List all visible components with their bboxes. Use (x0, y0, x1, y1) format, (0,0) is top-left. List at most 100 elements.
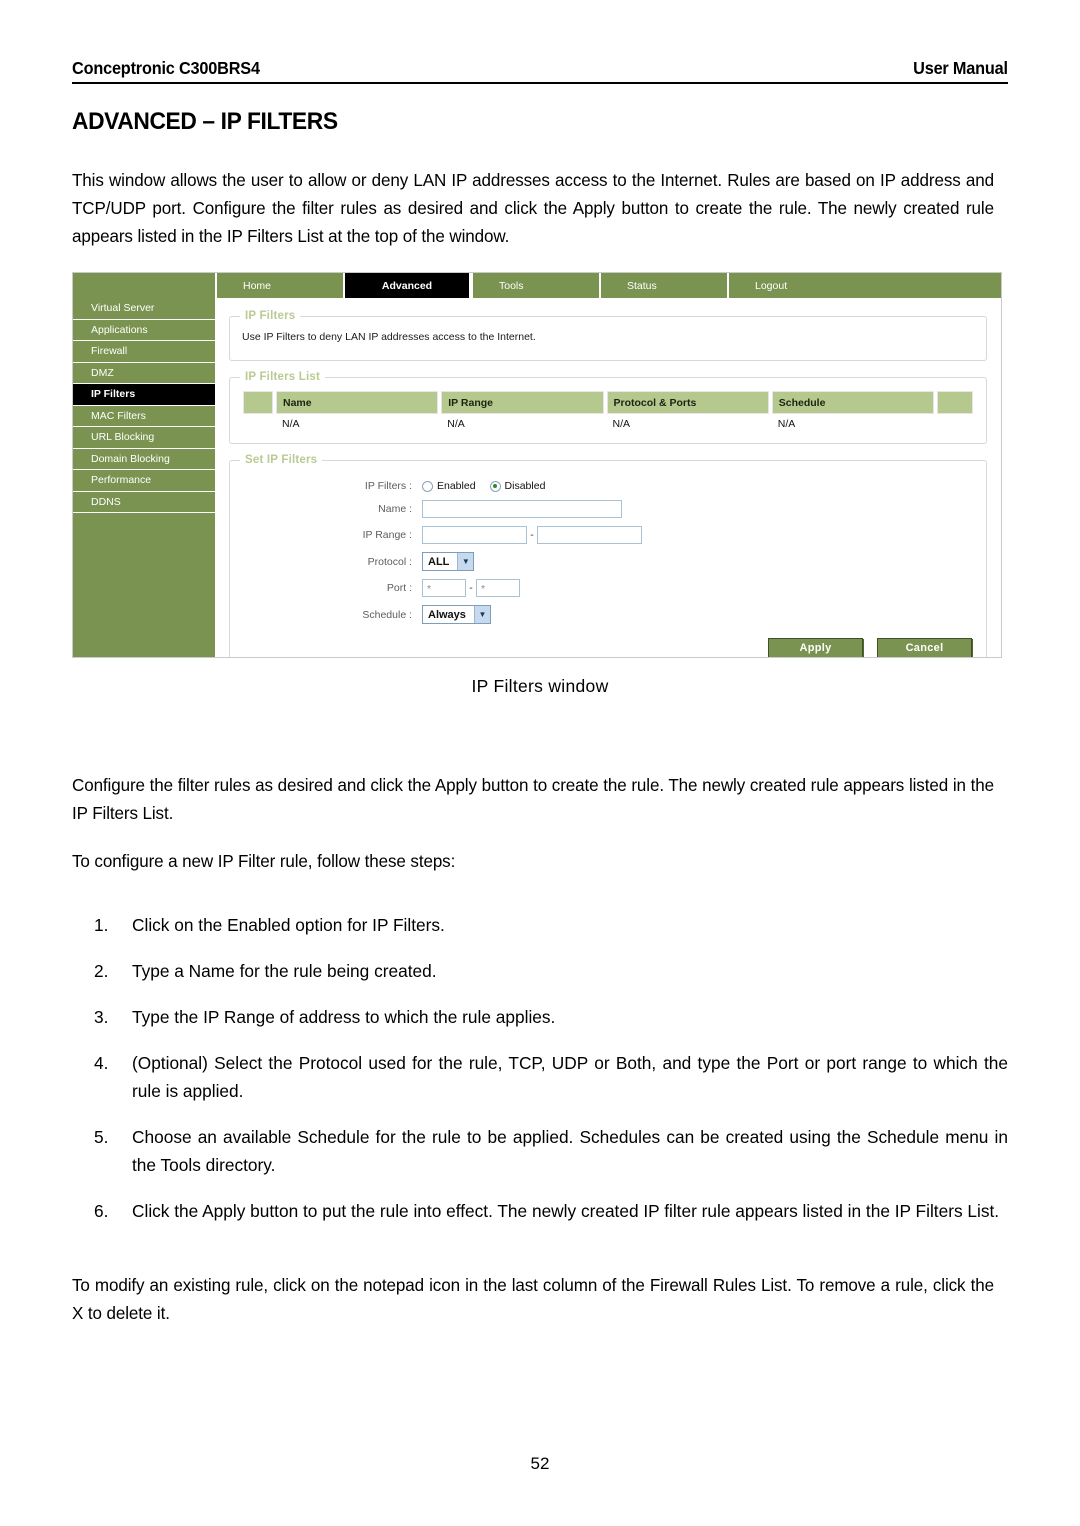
sidebar-item-applications[interactable]: Applications (73, 319, 215, 341)
sidebar-item-mac-filters[interactable]: MAC Filters (73, 405, 215, 427)
ip-range-separator: - (530, 529, 534, 541)
step-number: 2. (94, 961, 109, 981)
step-text: Click the Apply button to put the rule i… (132, 1201, 1000, 1221)
port-end-input[interactable]: * (476, 579, 520, 597)
steps-list: 1. Click on the Enabled option for IP Fi… (72, 911, 1008, 1225)
tab-advanced[interactable]: Advanced (343, 273, 471, 298)
paragraph-after-figure: Configure the filter rules as desired an… (72, 775, 994, 823)
list-item: 5. Choose an available Schedule for the … (72, 1123, 1008, 1179)
cell-protocol-ports: N/A (606, 414, 769, 434)
router-ui-figure: Virtual Server Applications Firewall DMZ… (72, 272, 1002, 658)
ip-filters-description: Use IP Filters to deny LAN IP addresses … (242, 331, 536, 343)
sidebar-item-dmz[interactable]: DMZ (73, 362, 215, 384)
list-item: 4. (Optional) Select the Protocol used f… (72, 1049, 1008, 1105)
cell-ip-range: N/A (441, 414, 604, 434)
router-panel-body: IP Filters Use IP Filters to deny LAN IP… (215, 298, 1001, 657)
ip-filters-info-legend: IP Filters (245, 310, 296, 322)
ip-filters-info-panel: IP Filters Use IP Filters to deny LAN IP… (229, 310, 987, 361)
step-text: Type a Name for the rule being created. (132, 961, 437, 981)
label-ip-range: IP Range : (362, 529, 412, 541)
header-document-type: User Manual (913, 58, 1008, 78)
page-title: ADVANCED – IP FILTERS (72, 108, 338, 135)
manual-page: Conceptronic C300BRS4 User Manual ADVANC… (0, 0, 1080, 1526)
intro-paragraph: This window allows the user to allow or … (72, 170, 994, 246)
field-row-ip-range: IP Range : - (240, 526, 976, 544)
chevron-down-icon: ▼ (473, 606, 490, 623)
step-number: 4. (94, 1053, 109, 1073)
field-row-protocol: Protocol : ALL ▼ (240, 552, 976, 571)
list-item: 3. Type the IP Range of address to which… (72, 1003, 1008, 1031)
running-header: Conceptronic C300BRS4 User Manual (72, 0, 1008, 84)
sidebar-item-ip-filters[interactable]: IP Filters (73, 384, 215, 406)
router-nav-bar: Home Advanced Tools Status Logout (215, 273, 1001, 298)
protocol-select-value: ALL (428, 555, 450, 568)
schedule-select[interactable]: Always ▼ (422, 605, 491, 624)
radio-enabled[interactable]: Enabled (422, 480, 476, 492)
field-row-schedule: Schedule : Always ▼ (240, 605, 976, 624)
figure-caption: IP Filters window (471, 676, 609, 696)
field-row-port: Port : * - * (240, 579, 976, 597)
port-start-input[interactable]: * (422, 579, 466, 597)
cell-actions (937, 414, 973, 434)
list-item: 2. Type a Name for the rule being create… (72, 957, 1008, 985)
radio-disabled-icon (489, 480, 501, 492)
name-input[interactable] (422, 500, 622, 518)
port-separator: - (469, 582, 473, 594)
label-name: Name : (378, 503, 412, 515)
field-row-ip-filters: IP Filters : Enabled Disabled (240, 480, 976, 492)
table-header-actions (937, 391, 973, 414)
table-header-row: Name IP Range Protocol & Ports Schedule (243, 391, 973, 414)
list-item: 6. Click the Apply button to put the rul… (72, 1197, 1008, 1225)
step-text: Choose an available Schedule for the rul… (132, 1127, 1008, 1175)
cell-schedule: N/A (771, 414, 934, 434)
form-button-row: Apply Cancel (240, 636, 976, 657)
apply-button[interactable]: Apply (768, 638, 863, 657)
ip-filters-radio-group: Enabled Disabled (422, 480, 559, 492)
list-item: 1. Click on the Enabled option for IP Fi… (72, 911, 1008, 939)
chevron-down-icon: ▼ (457, 553, 474, 570)
radio-enabled-label: Enabled (437, 480, 476, 492)
table-header-name: Name (276, 391, 439, 414)
label-schedule: Schedule : (362, 608, 412, 621)
sidebar-item-performance[interactable]: Performance (73, 470, 215, 492)
radio-disabled[interactable]: Disabled (489, 480, 546, 492)
radio-enabled-icon (422, 480, 433, 492)
radio-disabled-label: Disabled (504, 480, 546, 492)
step-text: (Optional) Select the Protocol used for … (132, 1053, 1008, 1101)
step-number: 1. (94, 915, 109, 935)
paragraph-tail: To modify an existing rule, click on the… (72, 1275, 994, 1323)
field-row-name: Name : (240, 500, 976, 518)
schedule-select-value: Always (428, 608, 466, 621)
set-ip-filters-panel: Set IP Filters IP Filters : Enabled Disa… (229, 454, 987, 657)
step-number: 3. (94, 1007, 109, 1027)
sidebar-item-firewall[interactable]: Firewall (73, 341, 215, 363)
tab-logout[interactable]: Logout (727, 273, 855, 298)
cell-name: N/A (276, 414, 439, 434)
tab-home[interactable]: Home (215, 273, 343, 298)
label-ip-filters: IP Filters : (364, 480, 412, 492)
ip-filters-table: Name IP Range Protocol & Ports Schedule … (240, 391, 976, 434)
table-header-schedule: Schedule (771, 391, 934, 414)
cancel-button[interactable]: Cancel (877, 638, 972, 657)
tab-tools[interactable]: Tools (471, 273, 599, 298)
ip-range-start-input[interactable] (422, 526, 527, 544)
router-main-column: Home Advanced Tools Status Logout IP Fil… (215, 273, 1001, 657)
header-product-name: Conceptronic C300BRS4 (72, 58, 260, 78)
sidebar-item-url-blocking[interactable]: URL Blocking (73, 427, 215, 449)
table-header-ip-range: IP Range (441, 391, 604, 414)
sidebar-filler (73, 513, 215, 653)
table-header-spacer (243, 391, 273, 414)
sidebar-item-ddns[interactable]: DDNS (73, 491, 215, 513)
sidebar-item-virtual-server[interactable]: Virtual Server (73, 298, 215, 320)
ip-range-end-input[interactable] (537, 526, 642, 544)
label-port: Port : (386, 582, 412, 594)
paragraph-steps-intro: To configure a new IP Filter rule, follo… (72, 851, 456, 871)
set-ip-filters-form: IP Filters : Enabled Disabled Name: IP … (240, 472, 976, 636)
sidebar-item-domain-blocking[interactable]: Domain Blocking (73, 448, 215, 470)
row-spacer (243, 414, 273, 434)
protocol-select[interactable]: ALL ▼ (422, 552, 475, 571)
table-header-protocol-ports: Protocol & Ports (606, 391, 769, 414)
tab-status[interactable]: Status (599, 273, 727, 298)
router-sidebar: Virtual Server Applications Firewall DMZ… (73, 273, 215, 657)
table-row: N/A N/A N/A N/A (243, 414, 973, 434)
